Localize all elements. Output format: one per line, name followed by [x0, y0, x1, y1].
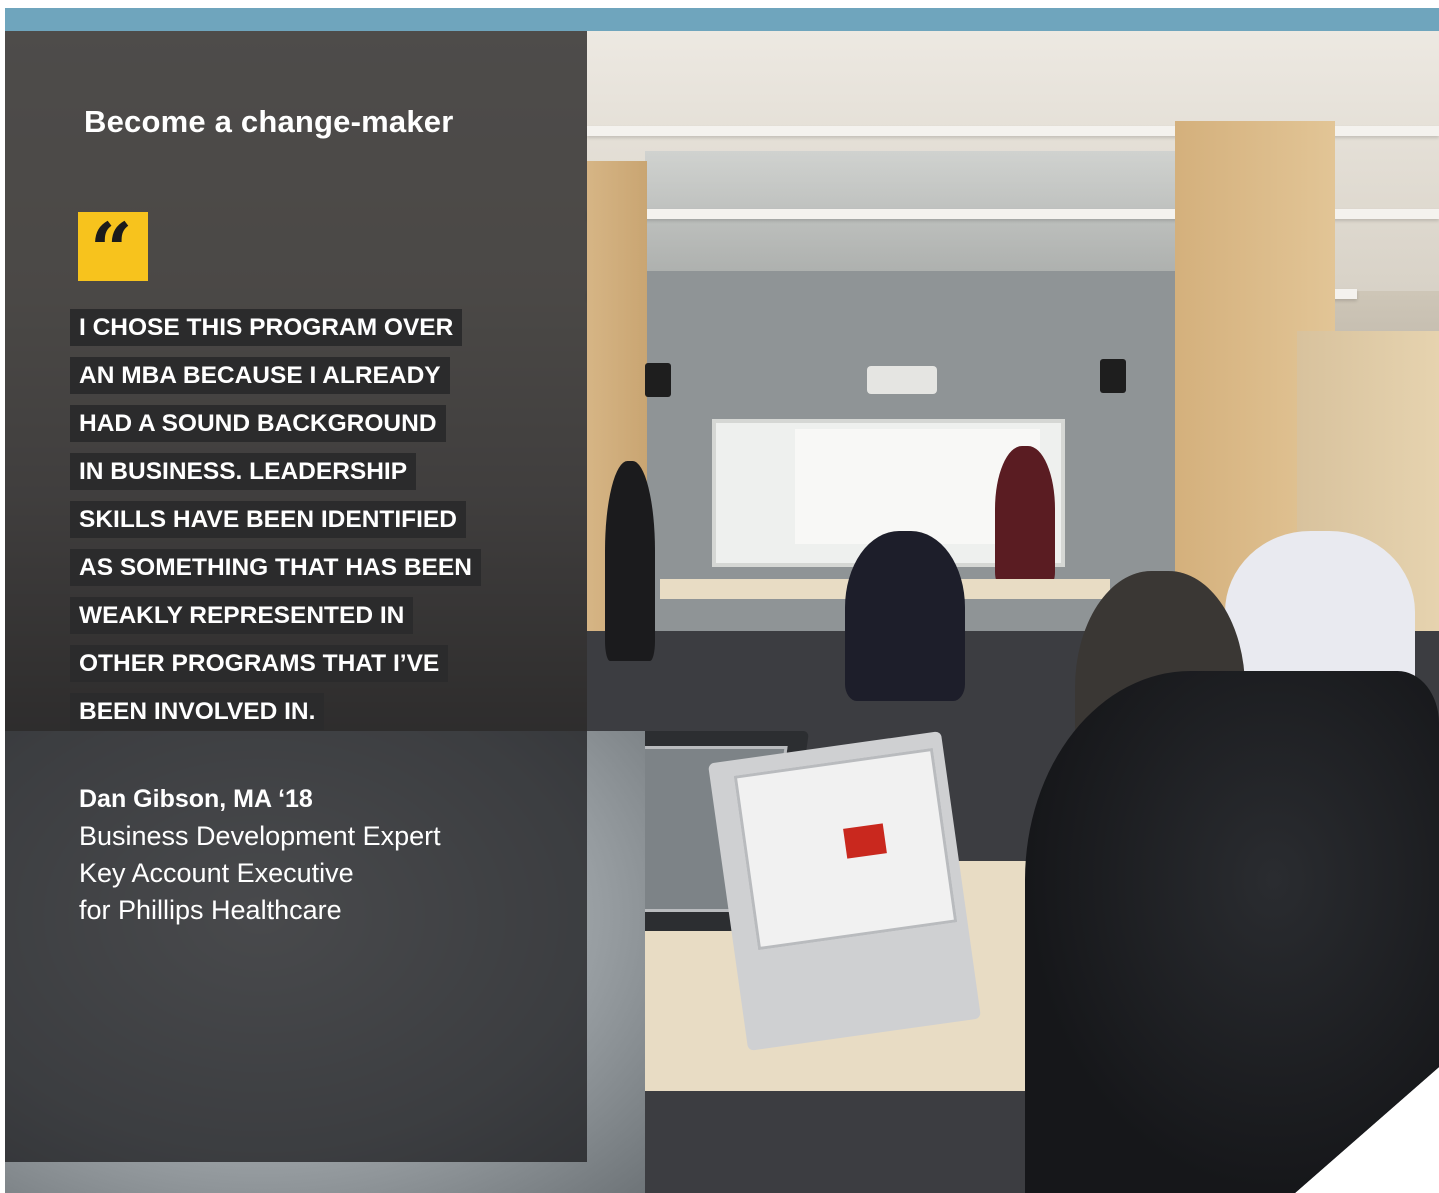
attribution-name: Dan Gibson, MA ‘18 — [79, 785, 313, 813]
attribution-title: Business Development Expert — [79, 821, 441, 851]
quote-line: AN MBA BECAUSE I ALREADY — [70, 357, 530, 405]
top-color-band — [5, 8, 1439, 31]
testimonial-quote: I CHOSE THIS PROGRAM OVER AN MBA BECAUSE… — [70, 309, 530, 741]
testimonial-attribution: Dan Gibson, MA ‘18 Business Development … — [79, 780, 441, 929]
photo-speaker — [645, 363, 671, 397]
attribution-title: for Phillips Healthcare — [79, 895, 342, 925]
quotation-mark-icon: “ — [78, 212, 148, 288]
photo-projector — [867, 366, 937, 394]
quote-line: IN BUSINESS. LEADERSHIP — [70, 453, 530, 501]
section-heading: Become a change-maker — [84, 104, 454, 139]
quote-line: AS SOMETHING THAT HAS BEEN — [70, 549, 530, 597]
attribution-title: Key Account Executive — [79, 858, 354, 888]
photo-attendee — [845, 531, 965, 701]
quotation-glyph: “ — [90, 208, 133, 294]
photo-presenter — [995, 446, 1055, 586]
photo-presenter — [605, 461, 655, 661]
quote-line: SKILLS HAVE BEEN IDENTIFIED — [70, 501, 530, 549]
photo-slide-thumbnail — [843, 823, 887, 859]
quote-line: OTHER PROGRAMS THAT I’VE — [70, 645, 530, 693]
quote-line: HAD A SOUND BACKGROUND — [70, 405, 530, 453]
photo-foreground-person — [1025, 671, 1439, 1193]
photo-speaker — [1100, 359, 1126, 393]
quote-line: WEAKLY REPRESENTED IN — [70, 597, 530, 645]
quote-line: BEEN INVOLVED IN. — [70, 693, 530, 741]
quote-line: I CHOSE THIS PROGRAM OVER — [70, 309, 530, 357]
